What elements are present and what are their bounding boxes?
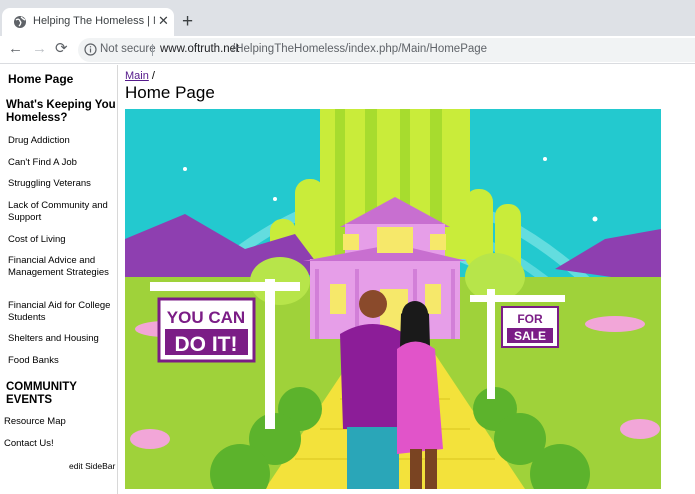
sidebar-resource-map[interactable]: Resource Map [4, 416, 66, 427]
address-bar[interactable]: Not secure www.oftruth.net /HelpingTheHo… [78, 38, 695, 62]
url-host[interactable]: www.oftruth.net [160, 43, 239, 55]
sidebar-item-financial-aid[interactable]: Financial Aid for College Students [8, 300, 116, 323]
reload-icon[interactable]: ⟳ [55, 39, 68, 59]
sidebar-contact-us[interactable]: Contact Us! [4, 438, 54, 449]
sidebar-item-struggling-veterans[interactable]: Struggling Veterans [8, 178, 116, 190]
sidebar-item-cost-of-living[interactable]: Cost of Living [8, 234, 116, 246]
sign-right-line1: FOR [517, 312, 543, 326]
globe-icon [14, 16, 26, 28]
tab-title: Helping The Homeless | Main / H [33, 15, 155, 27]
tab-strip: Helping The Homeless | Main / H ✕ + [0, 0, 695, 36]
hero-illustration: YOU CAN DO IT! FOR SALE [125, 109, 661, 489]
sidebar-item-lack-of-community[interactable]: Lack of Community and Support [8, 200, 116, 223]
sidebar-home-link[interactable]: Home Page [8, 72, 73, 86]
main-content: Main / Home Page YOU CAN DO IT! FOR SALE [125, 65, 695, 494]
forward-arrow-icon[interactable]: → [32, 39, 47, 59]
close-tab-icon[interactable]: ✕ [158, 13, 169, 29]
sidebar-item-cant-find-job[interactable]: Can't Find A Job [8, 157, 116, 169]
new-tab-button[interactable]: + [182, 12, 193, 32]
info-icon[interactable] [84, 43, 97, 56]
sidebar-section-heading[interactable]: What's Keeping You Homeless? [6, 99, 116, 124]
breadcrumb-main-link[interactable]: Main [125, 70, 149, 82]
address-divider [152, 44, 153, 56]
edit-sidebar-link[interactable]: edit SideBar [69, 461, 115, 471]
breadcrumb-separator: / [151, 70, 155, 82]
sidebar-item-shelters-housing[interactable]: Shelters and Housing [8, 333, 116, 345]
sidebar-item-food-banks[interactable]: Food Banks [8, 355, 116, 367]
breadcrumb: Main / [125, 70, 155, 82]
security-label[interactable]: Not secure [100, 43, 156, 55]
page-title: Home Page [125, 83, 215, 102]
url-path[interactable]: /HelpingTheHomeless/index.php/Main/HomeP… [232, 43, 487, 55]
browser-toolbar: ← → ⟳ Not secure www.oftruth.net /Helpin… [0, 36, 695, 64]
sidebar: Home Page What's Keeping You Homeless? D… [0, 65, 118, 494]
sign-left-line1: YOU CAN [167, 308, 245, 327]
browser-tab[interactable]: Helping The Homeless | Main / H ✕ [2, 8, 174, 36]
sidebar-community-events[interactable]: COMMUNITY EVENTS [6, 381, 116, 406]
sidebar-item-financial-advice[interactable]: Financial Advice and Management Strategi… [8, 255, 116, 278]
back-arrow-icon[interactable]: ← [8, 39, 23, 59]
sign-right-line2: SALE [514, 329, 546, 343]
sign-left-line2: DO IT! [175, 333, 238, 356]
sidebar-item-drug-addiction[interactable]: Drug Addiction [8, 135, 116, 147]
